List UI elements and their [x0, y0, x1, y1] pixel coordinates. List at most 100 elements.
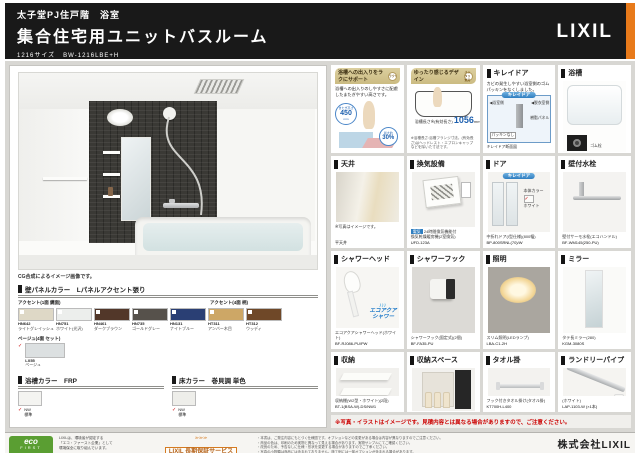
shower-head-photo: )))エコアクアシャワー [336, 267, 399, 328]
bottle [108, 187, 113, 196]
ventilation-photo [412, 172, 475, 227]
towel-bar [43, 177, 87, 180]
laundry-pipe-photo [563, 368, 626, 396]
faucet-handle [169, 199, 175, 203]
entry-support-illustration: またぎ高さ450mm 最大約30% [335, 99, 400, 150]
check-mark: ✓ [18, 343, 22, 369]
ceiling-vent [194, 79, 245, 94]
page-title: 集合住宅用ユニットバスルーム [17, 23, 621, 47]
floor-color-section: 床カラー 巻貝調 単色 ✓NW標準 [172, 375, 318, 417]
shelf-shape [340, 373, 392, 380]
door-color-picker: 本体カラー ✓ ホワイト [524, 188, 544, 209]
swatch-chip [246, 308, 282, 321]
pipe-shape [567, 368, 626, 392]
pipe-end-cap [614, 394, 624, 396]
hook-clamp [446, 279, 455, 299]
color-swatch: HT311アンバー木目 [208, 308, 244, 332]
color-swatch: HN642ライトグレイッシュ [18, 308, 54, 332]
wall-swatch-row: HN642ライトグレイッシュ HN751ホワイト(光沢) HN461ダークブラウ… [18, 308, 318, 332]
section-bar [18, 376, 22, 384]
tub-dimension-illustration: 浴槽長さ※(有効長さ) 1056mm [411, 85, 476, 135]
tub-shape [567, 85, 622, 125]
light-photo [488, 267, 551, 333]
swatch-chip [18, 308, 54, 321]
color-swatch: HN751ホワイト(光沢) [56, 308, 92, 332]
product-box-laundry-pipe: ランドリーパイプ (ホワイト)LAP-1103-W (×1本) [558, 352, 631, 412]
dark-panel [455, 370, 471, 409]
swatch-chip [170, 308, 206, 321]
bottle [443, 392, 450, 408]
swatch-group2-label: アクセント(4面 柄) [210, 300, 248, 306]
door-panel [506, 182, 518, 226]
sub-swatch-label: ベージュ(4面 セット) [18, 336, 318, 342]
swatch-chip [208, 308, 244, 321]
footnotes: ・本書は、ご発注内容にもとづく仕様図です。オプションなどの変更がある場合は内容が… [257, 436, 539, 453]
bottle [434, 392, 441, 408]
swatch-chip [172, 391, 196, 406]
section-bar [18, 285, 22, 293]
diagram-caption: キレイドア断面図 [487, 145, 552, 150]
door-photo: キレイドア 本体カラー ✓ ホワイト [488, 172, 551, 232]
product-box-faucet: 壁付水栓 壁付サーモ水栓(エコハンドル)BF-WM145(250-PU) [558, 156, 631, 248]
mirror [121, 137, 151, 221]
footer: eco FIRST LIXILは、環境省が認定する 「エコ・ファースト企業」とし… [5, 432, 635, 453]
door-panel [492, 182, 504, 226]
feature-box-kirei-door: キレイドア カビの発生しやすい浴室側のゴムパッキンをなくしました。 キレイドア … [483, 65, 556, 153]
size-label: 1216サイズ [17, 53, 55, 59]
eco-first-badge: eco FIRST [9, 436, 53, 453]
product-box-mirror: ミラー タテ長ミラー(280)KGM-3080S [558, 251, 631, 349]
bathroom-render-photo [18, 72, 318, 270]
left-panel: CG合成によるイメージ画像です。 壁パネルカラー Lパネルアクセント張り アクセ… [9, 65, 327, 428]
shelf-shape [340, 388, 392, 395]
person-figure [433, 87, 442, 107]
feature-box-entry-support: 浴槽への出入りをラクにサポートラク! 浴槽への出入りのしやすさに配慮したまたぎや… [331, 65, 404, 153]
check-mark: ✓ [172, 407, 176, 417]
warranty-badge: ≫≫≫ LIXIL 長期保証サービス 詳細は納品時仕様書で確認ください [151, 436, 251, 453]
lamp-shape [500, 277, 536, 303]
product-box-towel-bar: タオル掛 フック付きタオル掛け(タオル掛)KT700H-L400 [483, 352, 556, 412]
ceiling-photo [336, 172, 399, 222]
product-box-shower-head: シャワーヘッド )))エコアクアシャワー エコアクアシャワーヘッド(ホワイト)B… [331, 251, 404, 349]
product-box-ceiling: 天井 ※写真はイメージです。平天井 [331, 156, 404, 248]
section-bar [487, 69, 491, 78]
eco-aqua-logo: )))エコアクアシャワー [370, 303, 397, 319]
shelf [103, 151, 120, 154]
company-name: 株式会社LIXIL [545, 436, 631, 451]
red-notice: ※写真・イラストはイメージです。見積内容とは異なる場合がありますので、ご注意くだ… [331, 415, 631, 428]
wall-faucet [163, 203, 199, 208]
product-box-shower-hook: シャワーフック シャワーフック(固定式)(2個)BF-FA35-PU [407, 251, 480, 349]
callout-30pct: 最大約30% [379, 127, 398, 146]
product-box-storage-space: 収納スペース [407, 352, 480, 412]
model-number: BW-1216LBE+H [63, 53, 119, 59]
towel-bar-shape [496, 384, 544, 388]
swatch-group1-label: アクセント(1面 鏡面) [18, 300, 61, 305]
wall-panel-title: 壁パネルカラー Lパネルアクセント張り [25, 284, 145, 294]
wall-light [107, 109, 133, 126]
left-wall [19, 109, 89, 241]
swatch-chip [56, 308, 92, 321]
kirei-door-diagram: キレイドア ◀浴室側 ◀脱衣室側 樹脂パネル パッキンなし [487, 95, 552, 143]
product-box-light: 照明 スリム照明(LEDランプ)LBA-C1-2H [483, 251, 556, 349]
towel-bar-photo [488, 368, 551, 396]
color-swatch: LX55 ベージュ [25, 343, 61, 369]
rubber-plug-inset [567, 135, 587, 151]
tub-color-title: 浴槽カラー FRP [25, 375, 77, 385]
bathtub-photo: ゴム栓 [563, 81, 626, 152]
swatch-chip [25, 343, 65, 358]
check-mark: ✓ [525, 196, 529, 202]
eco-first-text: LIXILは、環境省が認定する 「エコ・ファースト企業」として 環境保全に取り組… [59, 436, 145, 451]
swatch-chip [132, 308, 168, 321]
bath-water [143, 223, 303, 251]
door-cross-section [516, 104, 523, 128]
size-model-line: 1216サイズ BW-1216LBE+H [17, 50, 621, 59]
plug-label: ゴム栓 [590, 144, 601, 149]
section-bar [561, 69, 565, 78]
product-box-door: ドア キレイドア 本体カラー ✓ ホワイト 中折れドア(I型仕様)(800幅)B… [483, 156, 556, 248]
product-box-bathtub: 浴槽 ゴム栓 [558, 65, 631, 153]
tub-outline [415, 91, 472, 117]
lixil-logo: LIXIL [557, 21, 613, 43]
shower-hook-photo [412, 267, 475, 333]
color-swatch: HN735ゴールドグレー [132, 308, 168, 332]
kirei-door-pill: キレイドア [502, 92, 537, 98]
floor [19, 255, 317, 269]
